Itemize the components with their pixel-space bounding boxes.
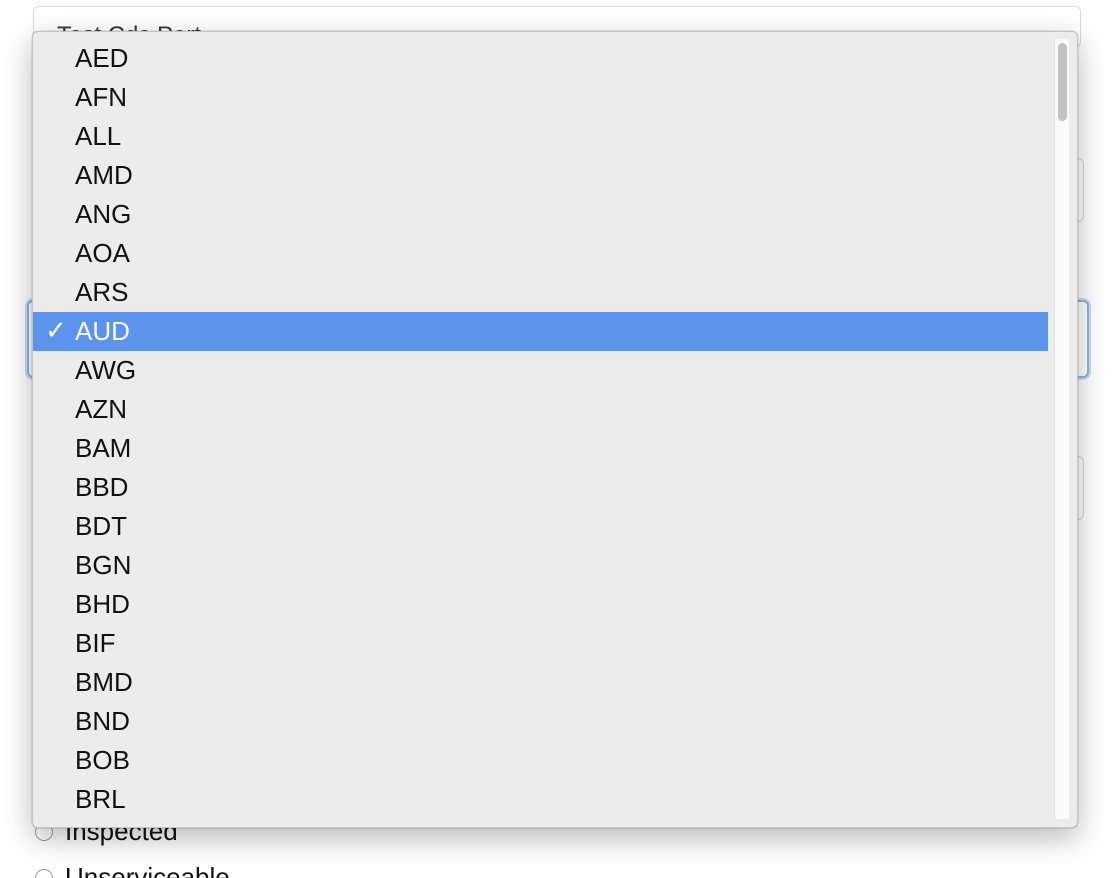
option-label: ARS bbox=[75, 277, 129, 307]
currency-options: AED AFN ALL AMD ANG AOA ARS ✓ AUD AWG AZN BAM BBD BDT… bbox=[33, 39, 1048, 819]
option-label: ALL bbox=[75, 121, 122, 151]
currency-option-bam[interactable]: BAM bbox=[33, 429, 1048, 468]
option-label: BAM bbox=[75, 433, 132, 463]
currency-option-bob[interactable]: BOB bbox=[33, 741, 1048, 780]
currency-option-ars[interactable]: ARS bbox=[33, 273, 1048, 312]
currency-option-amd[interactable]: AMD bbox=[33, 156, 1048, 195]
option-label: AFN bbox=[75, 82, 127, 112]
currency-option-ang[interactable]: ANG bbox=[33, 195, 1048, 234]
currency-option-awg[interactable]: AWG bbox=[33, 351, 1048, 390]
option-label: AZN bbox=[75, 394, 127, 424]
scrollbar[interactable] bbox=[1054, 39, 1069, 819]
currency-option-bhd[interactable]: BHD bbox=[33, 585, 1048, 624]
option-label: AUD bbox=[75, 316, 130, 346]
currency-option-bmd[interactable]: BMD bbox=[33, 663, 1048, 702]
currency-option-aed[interactable]: AED bbox=[33, 39, 1048, 78]
option-label: BGN bbox=[75, 550, 132, 580]
option-label: ANG bbox=[75, 199, 132, 229]
currency-option-aoa[interactable]: AOA bbox=[33, 234, 1048, 273]
currency-option-bif[interactable]: BIF bbox=[33, 624, 1048, 663]
currency-option-bdt[interactable]: BDT bbox=[33, 507, 1048, 546]
currency-option-azn[interactable]: AZN bbox=[33, 390, 1048, 429]
option-label: BBD bbox=[75, 472, 129, 502]
option-label: BDT bbox=[75, 511, 127, 541]
scrollbar-thumb[interactable] bbox=[1058, 43, 1067, 121]
option-label: BRL bbox=[75, 784, 126, 814]
currency-dropdown-list[interactable]: AED AFN ALL AMD ANG AOA ARS ✓ AUD AWG AZN BAM BBD BDT… bbox=[32, 31, 1078, 828]
page: Test Cds Part Inspected Unserviceable AE… bbox=[0, 0, 1116, 878]
option-label: BND bbox=[75, 706, 130, 736]
checkmark-icon: ✓ bbox=[45, 316, 67, 346]
option-label: AOA bbox=[75, 238, 130, 268]
option-label: BMD bbox=[75, 667, 133, 697]
currency-option-bbd[interactable]: BBD bbox=[33, 468, 1048, 507]
option-label: BHD bbox=[75, 589, 130, 619]
currency-option-bgn[interactable]: BGN bbox=[33, 546, 1048, 585]
radio-button[interactable] bbox=[35, 868, 53, 878]
radio-option-unserviceable[interactable]: Unserviceable bbox=[35, 862, 230, 878]
option-label: AMD bbox=[75, 160, 133, 190]
currency-option-bnd[interactable]: BND bbox=[33, 702, 1048, 741]
radio-label: Unserviceable bbox=[65, 862, 230, 878]
currency-option-aud[interactable]: ✓ AUD bbox=[33, 312, 1048, 351]
option-label: BOB bbox=[75, 745, 130, 775]
currency-option-all[interactable]: ALL bbox=[33, 117, 1048, 156]
currency-option-afn[interactable]: AFN bbox=[33, 78, 1048, 117]
option-label: AED bbox=[75, 43, 129, 73]
currency-option-brl[interactable]: BRL bbox=[33, 780, 1048, 819]
option-label: BIF bbox=[75, 628, 116, 658]
option-label: AWG bbox=[75, 355, 137, 385]
